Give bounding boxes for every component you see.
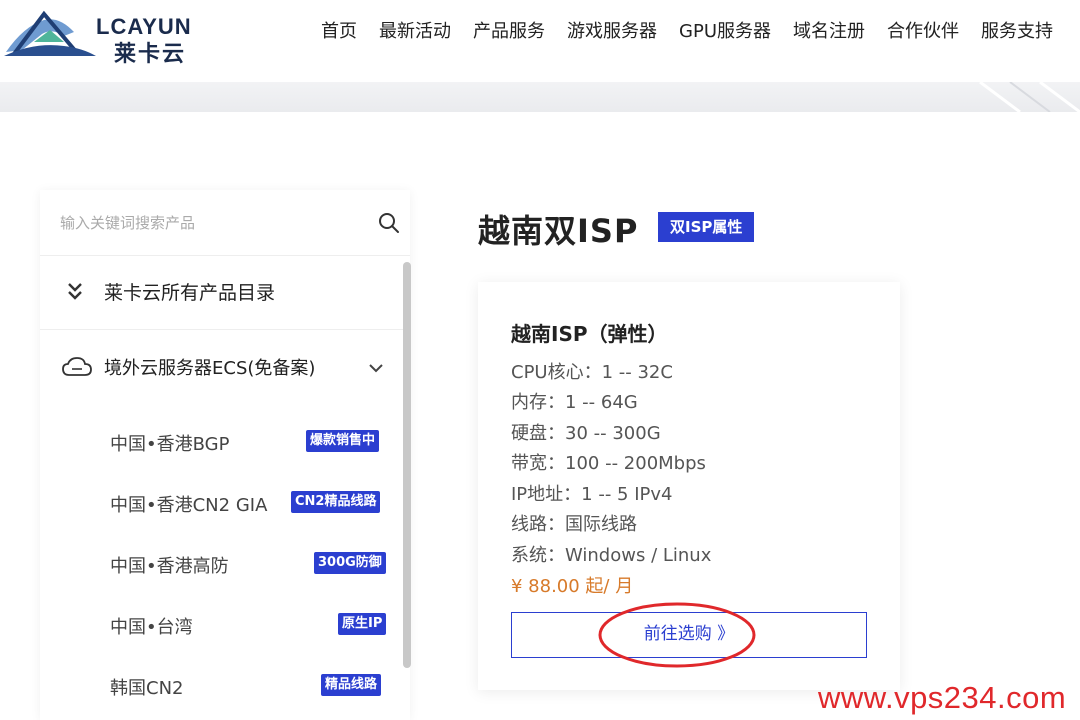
- product-search: [40, 190, 410, 256]
- double-chevron-down-icon: [68, 283, 82, 300]
- sidebar-item-taiwan[interactable]: 中国•台湾 原生IP: [40, 595, 404, 655]
- lcayun-logo[interactable]: LCAYUN 莱卡云: [4, 6, 204, 67]
- spec-memory: 内存：1 -- 64G: [511, 392, 638, 413]
- sidebar-item-hk-cn2-gia[interactable]: 中国•香港CN2 GIA CN2精品线路: [40, 473, 404, 533]
- title-badge: 双ISP属性: [658, 212, 755, 242]
- product-title: 越南ISP（弹性）: [511, 322, 668, 346]
- nav-products[interactable]: 产品服务: [462, 20, 556, 44]
- product-sidebar: 莱卡云所有产品目录 境外云服务器ECS(免备案) 中国•香港BGP 爆款销售中 …: [40, 190, 410, 720]
- nav-game-servers[interactable]: 游戏服务器: [556, 20, 668, 44]
- sidebar-section-overseas-ecs[interactable]: 境外云服务器ECS(免备案): [40, 330, 404, 404]
- item-badge: 精品线路: [321, 674, 382, 696]
- item-badge: 原生IP: [338, 613, 387, 635]
- page-title: 越南双ISP: [478, 212, 639, 250]
- spec-os: 系统：Windows / Linux: [511, 545, 712, 566]
- spec-cpu: CPU核心：1 -- 32C: [511, 362, 673, 383]
- search-input[interactable]: [60, 210, 360, 236]
- spec-ip: IP地址：1 -- 5 IPv4: [511, 484, 673, 505]
- nav-gpu-servers[interactable]: GPU服务器: [668, 20, 782, 44]
- banner-decoration: [979, 82, 1080, 112]
- catalog-label: 莱卡云所有产品目录: [104, 282, 276, 304]
- sidebar-item-label: 中国•香港高防: [110, 556, 229, 577]
- main-nav: 首页 最新活动 产品服务 游戏服务器 GPU服务器 域名注册 合作伙伴 服务支持: [310, 20, 1064, 44]
- search-icon[interactable]: [378, 212, 400, 234]
- sidebar-item-label: 韩国CN2: [110, 678, 184, 699]
- nav-domain-registration[interactable]: 域名注册: [782, 20, 876, 44]
- sidebar-item-label: 中国•台湾: [110, 617, 193, 638]
- logo-chinese-name: 莱卡云: [114, 42, 187, 67]
- sidebar-item-hk-bgp[interactable]: 中国•香港BGP 爆款销售中: [40, 412, 404, 472]
- nav-home[interactable]: 首页: [310, 20, 368, 44]
- banner-strip: [0, 82, 1080, 112]
- section-label: 境外云服务器ECS(免备案): [104, 358, 316, 379]
- sidebar-scrollbar[interactable]: [403, 262, 411, 668]
- nav-latest-events[interactable]: 最新活动: [368, 20, 462, 44]
- chevron-down-icon[interactable]: [368, 362, 384, 374]
- all-products-catalog[interactable]: 莱卡云所有产品目录: [40, 256, 404, 330]
- highlight-circle: [598, 602, 756, 668]
- nav-support[interactable]: 服务支持: [970, 20, 1064, 44]
- product-price: ¥ 88.00 起/ 月: [511, 576, 634, 597]
- sidebar-item-korea-cn2[interactable]: 韩国CN2 精品线路: [40, 656, 404, 716]
- sidebar-item-label: 中国•香港CN2 GIA: [110, 495, 268, 516]
- cloud-server-icon: [62, 357, 92, 376]
- nav-partners[interactable]: 合作伙伴: [876, 20, 970, 44]
- spec-disk: 硬盘：30 -- 300G: [511, 423, 661, 444]
- site-header: LCAYUN 莱卡云 首页 最新活动 产品服务 游戏服务器 GPU服务器 域名注…: [0, 0, 1080, 82]
- item-badge: CN2精品线路: [291, 491, 381, 513]
- logo-mountain-icon: [4, 10, 96, 56]
- spec-bandwidth: 带宽：100 -- 200Mbps: [511, 453, 706, 474]
- item-badge: 爆款销售中: [306, 430, 380, 452]
- watermark: www.vps234.com: [818, 680, 1067, 715]
- sidebar-item-hk-ddos[interactable]: 中国•香港高防 300G防御: [40, 534, 404, 594]
- sidebar-item-label: 中国•香港BGP: [110, 434, 230, 455]
- item-badge: 300G防御: [314, 552, 386, 574]
- spec-line: 线路：国际线路: [511, 514, 637, 535]
